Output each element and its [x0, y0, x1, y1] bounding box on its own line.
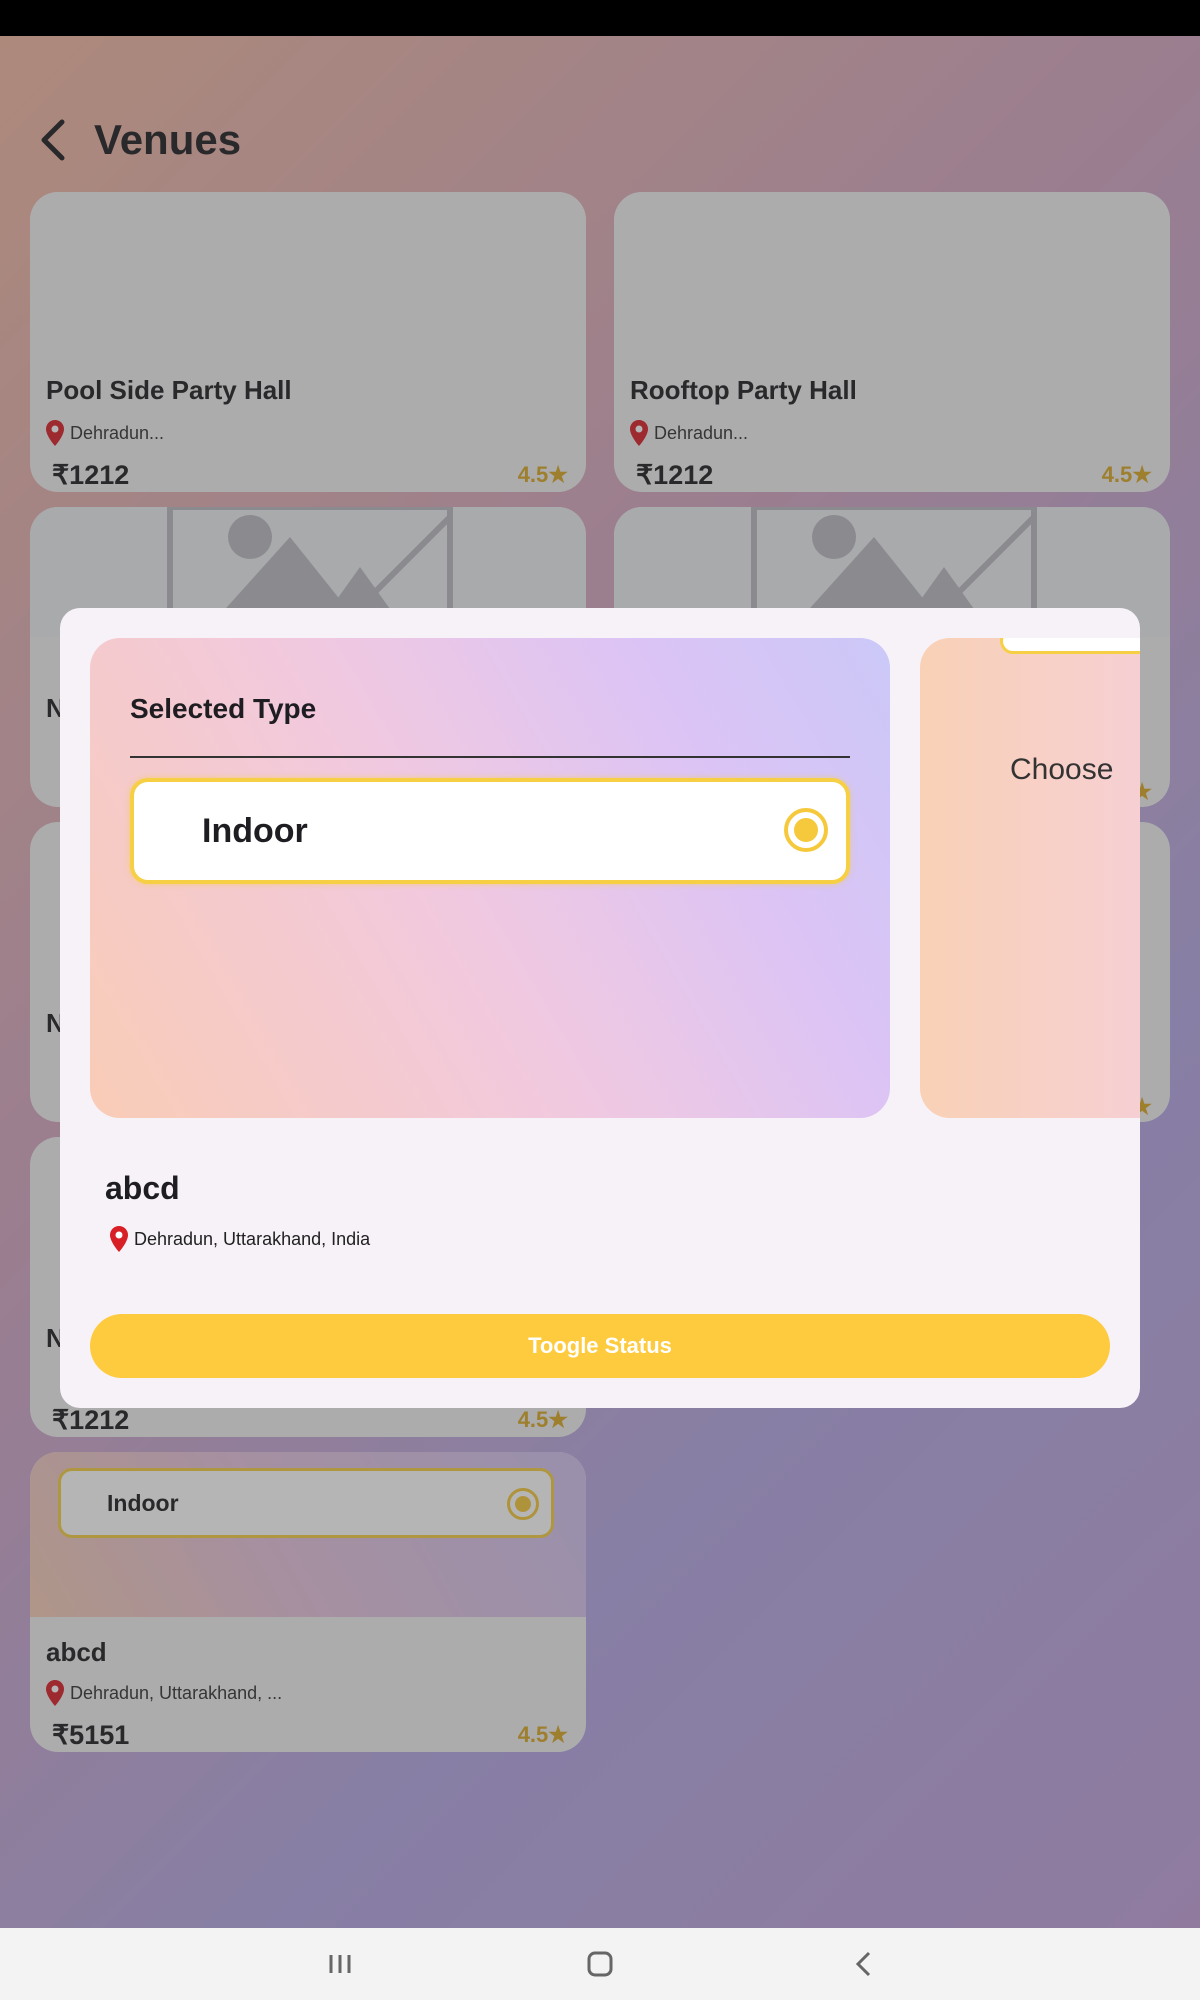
type-panel: Indoor	[30, 1452, 586, 1617]
venue-card-price: ₹5151	[52, 1720, 130, 1750]
venue-card-rating: 4.5★	[1101, 462, 1152, 487]
choose-text: Choose	[1010, 753, 1114, 786]
home-icon	[587, 1951, 613, 1977]
type-option-indoor[interactable]: Indoor	[130, 778, 850, 884]
venue-card-price: ₹1212	[52, 1405, 130, 1435]
venue-card-rating: 4.5★	[517, 462, 568, 487]
location-text: Dehradun, Uttarakhand, India	[134, 1228, 371, 1249]
panel-chip	[1000, 638, 1140, 654]
venue-card[interactable]: Indoor abcd Dehradun, Uttarakhand, ... ₹…	[30, 1452, 586, 1752]
venue-card-rating: 4.5★	[517, 1407, 568, 1432]
back-icon	[855, 1951, 871, 1977]
venue-image	[30, 192, 586, 362]
system-back-button[interactable]	[846, 1946, 882, 1982]
venue-detail-dialog: Selected Type Indoor Choose abcd Dehradu…	[60, 608, 1140, 1408]
type-option-label: Indoor	[107, 1489, 179, 1516]
type-option[interactable]: Indoor	[58, 1468, 554, 1538]
location-text: Dehradun...	[654, 422, 749, 443]
type-option-label: Indoor	[202, 811, 308, 850]
venue-card-location: Dehradun...	[630, 420, 748, 446]
location-pin-icon	[110, 1226, 128, 1252]
location-pin-icon	[46, 1680, 64, 1706]
location-text: Dehradun...	[70, 422, 165, 443]
back-button[interactable]	[28, 110, 78, 170]
venue-card-name: abcd	[46, 1637, 107, 1667]
home-button[interactable]	[582, 1946, 618, 1982]
venue-card-name: Pool Side Party Hall	[46, 375, 292, 405]
venue-card[interactable]: Pool Side Party Hall Dehradun... ₹1212 4…	[30, 192, 586, 492]
venue-card-price: ₹1212	[636, 460, 714, 490]
selected-type-title: Selected Type	[130, 693, 317, 724]
page-header: Venues	[28, 105, 241, 175]
venue-name: abcd	[105, 1170, 180, 1206]
venue-image	[614, 192, 1170, 362]
radio-selected-icon[interactable]	[784, 808, 828, 852]
location-pin-icon	[630, 420, 648, 446]
venue-location: Dehradun, Uttarakhand, India	[110, 1226, 370, 1252]
venue-card-rating: 4.5★	[517, 1722, 568, 1747]
system-nav-bar	[0, 1928, 1200, 2000]
location-text: Dehradun, Uttarakhand, ...	[70, 1682, 283, 1703]
recent-apps-button[interactable]	[322, 1946, 358, 1982]
divider	[130, 756, 850, 758]
location-pin-icon	[46, 420, 64, 446]
selected-type-panel: Selected Type Indoor	[90, 638, 890, 1118]
page-title: Venues	[94, 116, 242, 163]
venue-card-name: Rooftop Party Hall	[630, 375, 857, 405]
venue-card-location: Dehradun...	[46, 420, 164, 446]
radio-selected-icon[interactable]	[507, 1488, 539, 1520]
venue-card-price: ₹1212	[52, 460, 130, 490]
choose-type-panel[interactable]: Choose	[920, 638, 1140, 1118]
toggle-status-button[interactable]: Toogle Status	[90, 1314, 1110, 1378]
venue-card[interactable]: Rooftop Party Hall Dehradun... ₹1212 4.5…	[614, 192, 1170, 492]
status-bar	[0, 0, 1200, 36]
venue-card-location: Dehradun, Uttarakhand, ...	[46, 1680, 282, 1706]
recent-apps-icon	[329, 1955, 351, 1973]
chevron-left-icon	[41, 119, 65, 161]
